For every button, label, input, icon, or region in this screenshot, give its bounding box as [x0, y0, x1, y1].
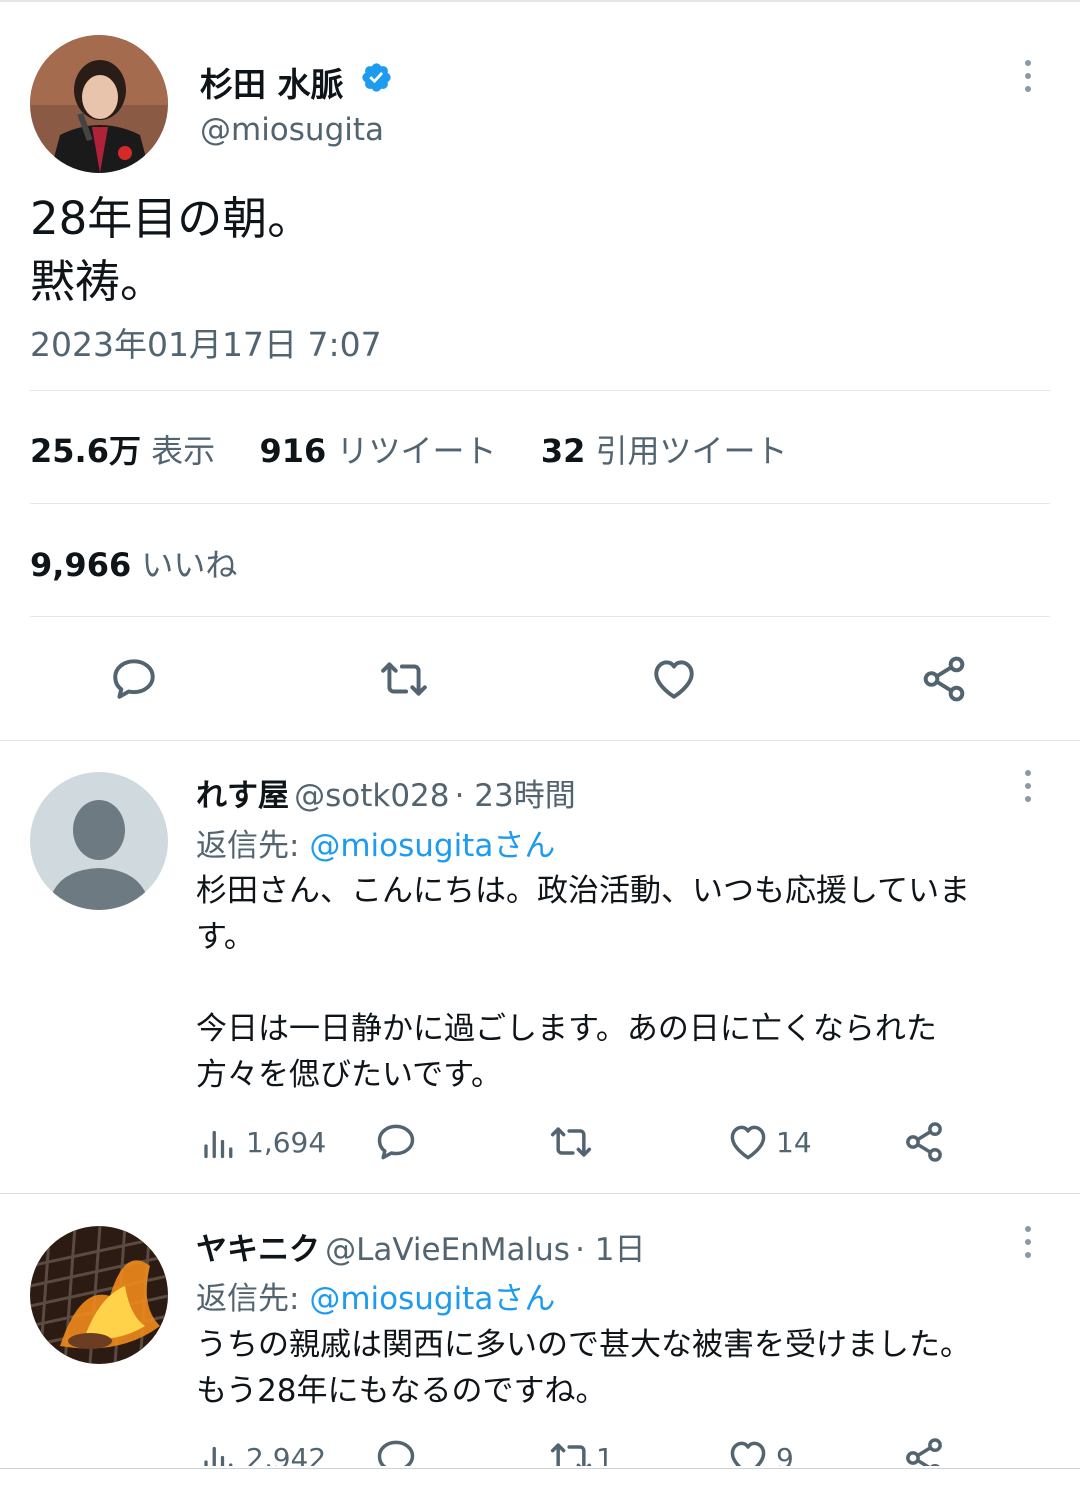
- reply-text-line: 今日は一日静かに過ごします。あの日に亡くなられた: [196, 1011, 937, 1047]
- likes-count: 9,966: [30, 546, 132, 584]
- reply-author-avatar[interactable]: [30, 1226, 168, 1364]
- bottom-divider: [0, 1468, 1080, 1469]
- share-icon[interactable]: [902, 1120, 946, 1164]
- retweets-label: リツイート: [336, 432, 497, 470]
- tweet-text-line-1: 28年目の朝。: [30, 192, 313, 245]
- reply-text: うちの親戚は関西に多いので甚大な被害を受けました。 もう28年にもなるのですね。: [196, 1322, 1056, 1414]
- quotes-stat[interactable]: 32 引用ツイート: [541, 432, 788, 470]
- tweet-stats-row: 25.6万 表示 916 リツイート 32 引用ツイート: [30, 426, 788, 472]
- likes-count: 9: [776, 1442, 794, 1466]
- quotes-label: 引用ツイート: [595, 432, 788, 470]
- section-divider: [0, 1193, 1080, 1194]
- reply-author-handle[interactable]: @sotk028: [294, 778, 449, 814]
- views-count: 2,942: [246, 1442, 327, 1466]
- reply-actions-clipped: 2,942 1 9: [0, 1436, 1080, 1466]
- default-avatar-icon[interactable]: [30, 772, 168, 910]
- reply-to-link[interactable]: @miosugitaさん: [309, 1281, 555, 1317]
- author-handle[interactable]: @miosugita: [200, 112, 384, 148]
- divider: [30, 390, 1050, 391]
- retweets-stat[interactable]: 916 リツイート: [260, 432, 507, 470]
- more-icon[interactable]: [1025, 1226, 1033, 1265]
- reply-author-name[interactable]: ヤキニク: [196, 1232, 320, 1268]
- section-divider: [0, 740, 1080, 741]
- reply-to-prefix: 返信先:: [196, 828, 310, 864]
- author-avatar[interactable]: [30, 35, 168, 173]
- retweets-count: 1: [596, 1442, 614, 1466]
- reply-text: 杉田さん、こんにちは。政治活動、いつも応援していま す。 今日は一日静かに過ごし…: [196, 868, 1056, 1098]
- likes-label: いいね: [141, 546, 238, 584]
- reply-author-handle[interactable]: @LaVieEnMalus: [325, 1232, 570, 1268]
- reply-icon[interactable]: [374, 1120, 418, 1164]
- retweets-count: 916: [259, 432, 327, 470]
- reply-text-line: もう28年にもなるのですね。: [196, 1373, 607, 1409]
- verified-badge-icon: [360, 61, 393, 94]
- views-count: 25.6万: [30, 432, 141, 470]
- author-name[interactable]: 杉田 水脈: [200, 58, 344, 106]
- share-icon[interactable]: [918, 654, 970, 704]
- reply-author-name[interactable]: れす屋: [196, 778, 289, 814]
- reply-text-line: す。: [196, 919, 255, 955]
- views-icon[interactable]: [200, 1440, 236, 1466]
- top-divider: [0, 0, 1080, 2]
- views-icon[interactable]: [200, 1124, 236, 1162]
- like-icon[interactable]: [726, 1436, 770, 1466]
- like-icon[interactable]: [648, 654, 700, 704]
- views-label: 表示: [151, 432, 216, 470]
- views-count: 1,694: [246, 1126, 327, 1159]
- reply-icon[interactable]: [374, 1436, 418, 1466]
- quotes-count: 32: [540, 432, 586, 470]
- divider: [30, 503, 1050, 504]
- reply-header: ヤキニク @LaVieEnMalus · 1日: [196, 1224, 646, 1269]
- reply-text-line: 杉田さん、こんにちは。政治活動、いつも応援していま: [196, 873, 971, 909]
- reply-to-link[interactable]: @miosugitaさん: [309, 828, 555, 864]
- retweet-icon[interactable]: [547, 1120, 595, 1164]
- reply-icon[interactable]: [108, 654, 160, 704]
- likes-stat[interactable]: 9,966 いいね: [30, 540, 237, 586]
- reply-header: れす屋 @sotk028 · 23時間: [196, 770, 576, 815]
- reply-to-prefix: 返信先:: [196, 1281, 310, 1317]
- reply-time[interactable]: · 1日: [575, 1232, 645, 1268]
- share-icon[interactable]: [902, 1436, 946, 1466]
- tweet-timestamp[interactable]: 2023年01月17日 7:07: [30, 318, 382, 366]
- likes-count: 14: [776, 1126, 812, 1159]
- more-icon[interactable]: [1025, 770, 1033, 809]
- retweet-icon[interactable]: [376, 654, 432, 704]
- reply-text-line: 方々を偲びたいです。: [196, 1057, 502, 1093]
- reply-to-line: 返信先: @miosugitaさん: [196, 820, 555, 865]
- divider: [30, 616, 1050, 617]
- tweet-text-line-2: 黙祷。: [30, 255, 166, 308]
- reply-to-line: 返信先: @miosugitaさん: [196, 1273, 555, 1318]
- retweet-icon[interactable]: [547, 1436, 595, 1466]
- more-icon[interactable]: [1025, 60, 1033, 99]
- reply-text-line: うちの親戚は関西に多いので甚大な被害を受けました。: [196, 1327, 971, 1363]
- reply-time[interactable]: · 23時間: [455, 778, 576, 814]
- like-icon[interactable]: [726, 1120, 770, 1164]
